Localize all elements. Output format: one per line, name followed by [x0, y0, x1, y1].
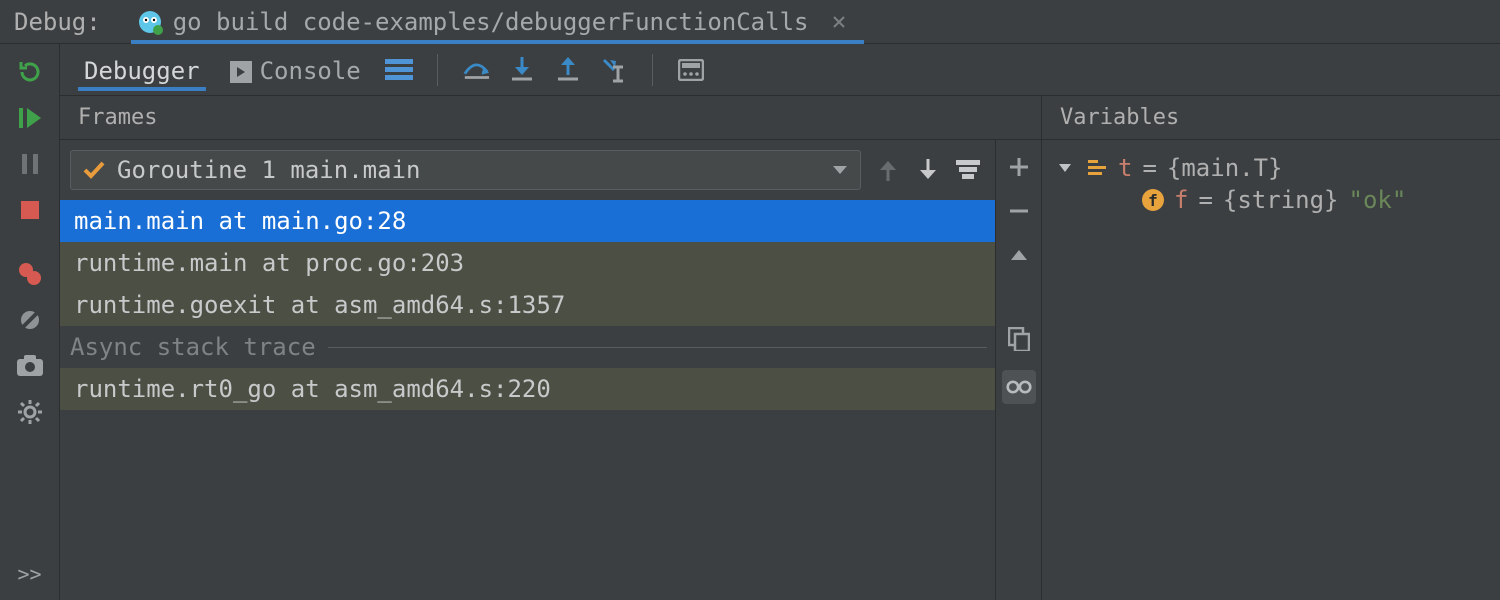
check-icon — [83, 161, 105, 179]
close-icon[interactable] — [832, 15, 846, 29]
rerun-icon[interactable] — [16, 58, 44, 86]
stack-frame[interactable]: runtime.main at proc.go:203 — [60, 242, 995, 284]
variable-row[interactable]: f f = {string} "ok" — [1058, 184, 1484, 216]
add-watch-icon[interactable] — [1006, 154, 1032, 180]
chevron-down-icon — [832, 164, 848, 176]
struct-icon — [1088, 160, 1108, 176]
separator — [437, 54, 438, 86]
copy-icon[interactable] — [1006, 326, 1032, 352]
tab-debugger[interactable]: Debugger — [78, 49, 206, 91]
move-up-icon[interactable] — [1006, 242, 1032, 268]
view-breakpoints-icon[interactable] — [16, 260, 44, 288]
step-into-icon[interactable] — [508, 56, 536, 84]
equals: = — [1142, 154, 1156, 182]
variable-value: {main.T} — [1167, 154, 1283, 182]
debug-side-rail: >> — [0, 44, 60, 600]
field-icon: f — [1142, 189, 1164, 211]
frames-panel: Frames Goroutine 1 main.main — [60, 96, 1042, 600]
more-icon[interactable]: >> — [16, 560, 44, 588]
debugger-tabs: Debugger Console — [60, 44, 1500, 96]
expand-toggle-icon[interactable] — [1058, 162, 1078, 174]
variable-value: "ok" — [1349, 186, 1407, 214]
run-config-name: go build code-examples/debuggerFunctionC… — [173, 8, 809, 36]
async-stack-divider: Async stack trace — [60, 326, 995, 368]
camera-icon[interactable] — [16, 352, 44, 380]
resume-icon[interactable] — [16, 104, 44, 132]
debug-label: Debug: — [14, 8, 101, 36]
frames-title: Frames — [60, 96, 1041, 140]
step-out-icon[interactable] — [554, 56, 582, 84]
variable-name: t — [1118, 154, 1132, 182]
library-frames-icon[interactable] — [955, 157, 981, 183]
show-watches-icon[interactable] — [1002, 370, 1036, 404]
gopher-icon — [137, 9, 163, 35]
settings-icon[interactable] — [16, 398, 44, 426]
variables-gutter — [995, 140, 1041, 600]
frame-down-icon[interactable] — [915, 157, 941, 183]
stack-frames-list: main.main at main.go:28 runtime.main at … — [60, 200, 995, 600]
threads-icon[interactable] — [385, 56, 413, 84]
separator — [652, 54, 653, 86]
run-to-cursor-icon[interactable] — [600, 56, 628, 84]
equals: = — [1198, 186, 1212, 214]
pause-icon[interactable] — [16, 150, 44, 178]
frame-up-icon[interactable] — [875, 157, 901, 183]
remove-watch-icon[interactable] — [1006, 198, 1032, 224]
goroutine-dropdown[interactable]: Goroutine 1 main.main — [70, 150, 861, 190]
goroutine-label: Goroutine 1 main.main — [117, 156, 420, 184]
tab-console-label: Console — [260, 57, 361, 85]
variable-name: f — [1174, 186, 1188, 214]
stack-frame[interactable]: main.main at main.go:28 — [60, 200, 995, 242]
run-config-tab[interactable]: go build code-examples/debuggerFunctionC… — [131, 0, 865, 44]
variables-title: Variables — [1042, 96, 1500, 140]
debug-topbar: Debug: go build code-examples/debuggerFu… — [0, 0, 1500, 44]
stack-frame[interactable]: runtime.rt0_go at asm_amd64.s:220 — [60, 368, 995, 410]
variables-panel: Variables t = {main.T} — [1042, 96, 1500, 600]
async-stack-label: Async stack trace — [70, 333, 316, 361]
variable-row[interactable]: t = {main.T} — [1058, 152, 1484, 184]
variable-type: {string} — [1223, 186, 1339, 214]
step-over-icon[interactable] — [462, 56, 490, 84]
stop-icon[interactable] — [16, 196, 44, 224]
stack-frame[interactable]: runtime.goexit at asm_amd64.s:1357 — [60, 284, 995, 326]
evaluate-expression-icon[interactable] — [677, 56, 705, 84]
mute-breakpoints-icon[interactable] — [16, 306, 44, 334]
tab-console[interactable]: Console — [224, 49, 367, 91]
console-caret-icon — [230, 61, 252, 83]
